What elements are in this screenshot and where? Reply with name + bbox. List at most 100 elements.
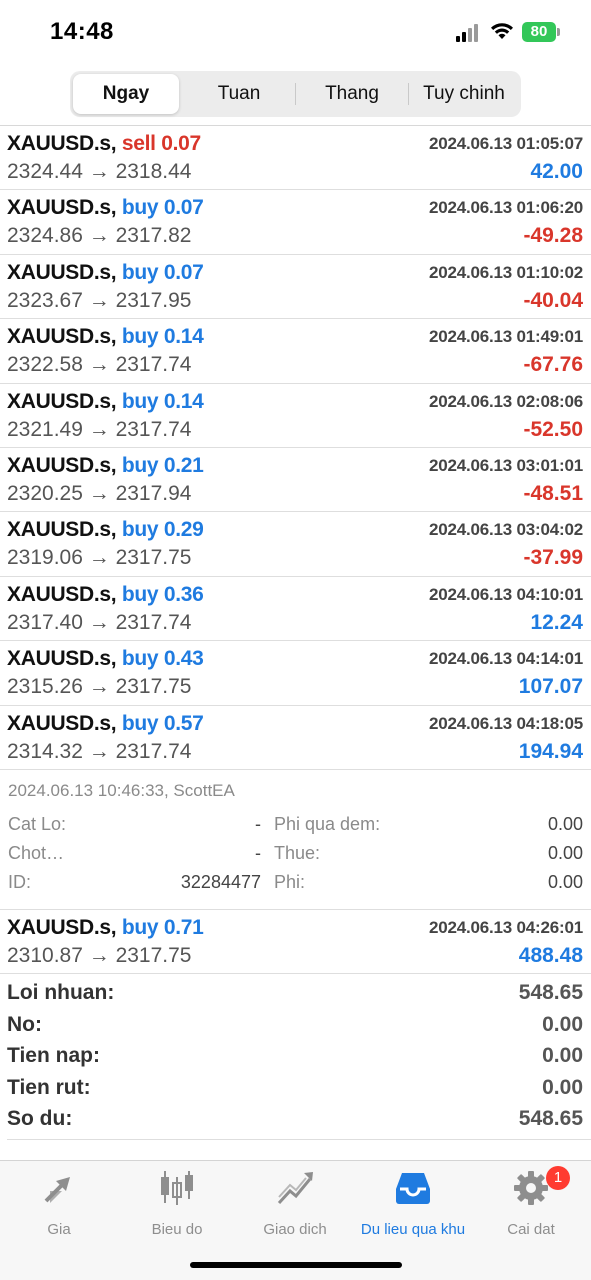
segment-tuy-chinh[interactable]: Tuy chinh bbox=[409, 74, 519, 114]
period-segmented-control: Ngay Tuan Thang Tuy chinh bbox=[70, 71, 521, 117]
deal-date: 2024.06.13 04:18:05 bbox=[428, 713, 583, 733]
detail-row: ID: 32284477 Phi: 0.00 bbox=[0, 872, 591, 896]
tab-cai-dat[interactable]: 1 Cai dat bbox=[472, 1166, 590, 1239]
detail-row: Chot… - Thue: 0.00 bbox=[0, 843, 591, 867]
segment-thang[interactable]: Thang bbox=[296, 74, 408, 114]
cellular-signal-icon bbox=[456, 24, 482, 42]
tab-label: Du lieu qua khu bbox=[360, 1221, 466, 1238]
take-profit-label: Chot… bbox=[8, 842, 65, 863]
deal-symbol-line: XAUUSD.s, buy 0.29 bbox=[7, 518, 204, 542]
deal-prices: 2324.44 → 2318.44 bbox=[7, 160, 192, 183]
deal-symbol-line: XAUUSD.s, buy 0.07 bbox=[7, 261, 204, 285]
deal-row[interactable]: XAUUSD.s, buy 0.71 2024.06.13 04:26:01 2… bbox=[0, 910, 591, 975]
summary-row-withdrawal: Tien rut: 0.00 bbox=[0, 1073, 591, 1105]
segment-ngay[interactable]: Ngay bbox=[73, 74, 179, 114]
deal-symbol: XAUUSD.s, bbox=[7, 453, 117, 477]
summary-value: 548.65 bbox=[518, 1107, 583, 1130]
tab-bieu-do[interactable]: Bieu do bbox=[118, 1169, 236, 1239]
tab-label: Cai dat bbox=[507, 1221, 555, 1238]
deal-prices: 2319.06 → 2317.75 bbox=[7, 546, 192, 570]
take-profit-value: - bbox=[255, 842, 261, 863]
deal-prices: 2317.40 → 2317.74 bbox=[7, 610, 192, 634]
deal-profit: -40.04 bbox=[523, 288, 583, 312]
summary-label: No: bbox=[7, 1012, 42, 1036]
summary-label: Loi nhuan: bbox=[7, 981, 115, 1004]
deal-row[interactable]: XAUUSD.s, buy 0.07 2024.06.13 01:10:02 232… bbox=[0, 255, 591, 320]
summary-label: So du: bbox=[7, 1107, 73, 1130]
deal-date: 2024.06.13 01:49:01 bbox=[428, 327, 583, 347]
deal-side: buy 0.57 bbox=[121, 711, 204, 735]
deal-row[interactable]: XAUUSD.s, sell 0.07 2024.06.13 01:05:07 23… bbox=[0, 126, 591, 191]
deal-prices: 2314.32 → 2317.74 bbox=[7, 739, 192, 763]
deal-symbol: XAUUSD.s, bbox=[7, 260, 117, 284]
tab-label: Giao dich bbox=[263, 1221, 327, 1238]
deal-side: buy 0.14 bbox=[121, 389, 204, 413]
deal-symbol: XAUUSD.s, bbox=[7, 325, 117, 349]
status-bar: 14:48 80 bbox=[0, 0, 591, 62]
deal-prices: 2322.58 → 2317.74 bbox=[7, 353, 192, 377]
divider bbox=[7, 1139, 591, 1140]
id-value: 32284477 bbox=[180, 871, 261, 892]
summary-row-balance: So du: 548.65 bbox=[0, 1104, 591, 1136]
deal-symbol-line: XAUUSD.s, buy 0.43 bbox=[7, 647, 204, 671]
history-inbox-icon bbox=[396, 1173, 430, 1204]
deal-profit: 42.00 bbox=[530, 160, 583, 183]
deal-row[interactable]: XAUUSD.s, buy 0.57 2024.06.13 04:18:05 231… bbox=[0, 706, 591, 770]
deal-symbol-line: XAUUSD.s, buy 0.57 bbox=[7, 712, 204, 736]
deal-detail-meta: 2024.06.13 10:46:33, ScottEA bbox=[8, 780, 235, 800]
swap-value: 0.00 bbox=[547, 813, 583, 834]
deal-row[interactable]: XAUUSD.s, buy 0.07 2024.06.13 01:06:20 232… bbox=[0, 190, 591, 255]
account-summary: Loi nhuan: 548.65 No: 0.00 Tien nap: 0.0… bbox=[0, 978, 591, 1136]
deal-symbol: XAUUSD.s, bbox=[7, 647, 117, 671]
deal-row[interactable]: XAUUSD.s, buy 0.43 2024.06.13 04:14:01 231… bbox=[0, 641, 591, 706]
deal-profit: -48.51 bbox=[523, 481, 583, 505]
price-arrows-icon bbox=[44, 1177, 70, 1203]
deal-row[interactable]: XAUUSD.s, buy 0.29 2024.06.13 03:04:02 231… bbox=[0, 512, 591, 577]
summary-row-credit: No: 0.00 bbox=[0, 1010, 591, 1042]
stop-loss-label: Cat Lo: bbox=[8, 813, 67, 834]
tab-giao-dich[interactable]: Giao dich bbox=[236, 1169, 354, 1239]
summary-value: 0.00 bbox=[542, 1044, 583, 1067]
deal-date: 2024.06.13 04:10:01 bbox=[428, 584, 583, 604]
deal-date: 2024.06.13 04:14:01 bbox=[428, 649, 583, 669]
swap-label: Phi qua dem: bbox=[274, 813, 381, 834]
deal-row[interactable]: XAUUSD.s, buy 0.21 2024.06.13 03:01:01 232… bbox=[0, 448, 591, 513]
deal-row[interactable]: XAUUSD.s, buy 0.36 2024.06.13 04:10:01 231… bbox=[0, 577, 591, 642]
summary-row-profit: Loi nhuan: 548.65 bbox=[0, 978, 591, 1010]
deal-symbol: XAUUSD.s, bbox=[7, 518, 117, 542]
battery-icon: 80 bbox=[522, 22, 556, 42]
fee-label: Phi: bbox=[274, 871, 306, 892]
tab-label: Bieu do bbox=[151, 1221, 203, 1238]
deal-detail-panel: 2024.06.13 10:46:33, ScottEA Cat Lo: - P… bbox=[0, 770, 591, 910]
summary-value: 0.00 bbox=[542, 1075, 583, 1099]
tab-label: Gia bbox=[47, 1221, 71, 1238]
deal-symbol-line: XAUUSD.s, buy 0.14 bbox=[7, 325, 204, 349]
deals-list: XAUUSD.s, sell 0.07 2024.06.13 01:05:07 23… bbox=[0, 126, 591, 975]
deal-profit: -52.50 bbox=[523, 417, 583, 441]
deal-side: buy 0.43 bbox=[121, 647, 204, 671]
tab-du-lieu-qua-khu[interactable]: Du lieu qua khu bbox=[354, 1169, 472, 1239]
segment-tuan[interactable]: Tuan bbox=[183, 74, 295, 114]
deal-symbol-line: XAUUSD.s, buy 0.07 bbox=[7, 196, 204, 220]
deal-row[interactable]: XAUUSD.s, buy 0.14 2024.06.13 02:08:06 232… bbox=[0, 384, 591, 448]
deal-symbol: XAUUSD.s, bbox=[7, 196, 117, 220]
deal-date: 2024.06.13 01:06:20 bbox=[428, 198, 583, 218]
deal-side: buy 0.36 bbox=[121, 582, 204, 606]
deal-side: buy 0.71 bbox=[121, 915, 204, 939]
deal-prices: 2310.87 → 2317.75 bbox=[7, 943, 192, 967]
deal-symbol-line: XAUUSD.s, buy 0.36 bbox=[7, 583, 204, 607]
stop-loss-value: - bbox=[255, 813, 261, 834]
deal-side: buy 0.21 bbox=[121, 453, 204, 477]
deal-symbol-line: XAUUSD.s, buy 0.71 bbox=[7, 916, 204, 940]
deal-symbol: XAUUSD.s, bbox=[7, 582, 117, 606]
detail-row: Cat Lo: - Phi qua dem: 0.00 bbox=[0, 814, 591, 838]
deal-date: 2024.06.13 03:01:01 bbox=[428, 455, 583, 475]
tab-gia[interactable]: Gia bbox=[0, 1169, 118, 1239]
home-indicator bbox=[190, 1262, 402, 1268]
deal-profit: 488.48 bbox=[518, 943, 583, 967]
candlestick-chart-icon bbox=[161, 1171, 193, 1205]
deal-date: 2024.06.13 01:05:07 bbox=[428, 134, 583, 153]
deal-row[interactable]: XAUUSD.s, buy 0.14 2024.06.13 01:49:01 232… bbox=[0, 319, 591, 384]
battery-cap bbox=[557, 28, 560, 36]
deal-date: 2024.06.13 02:08:06 bbox=[428, 391, 583, 411]
